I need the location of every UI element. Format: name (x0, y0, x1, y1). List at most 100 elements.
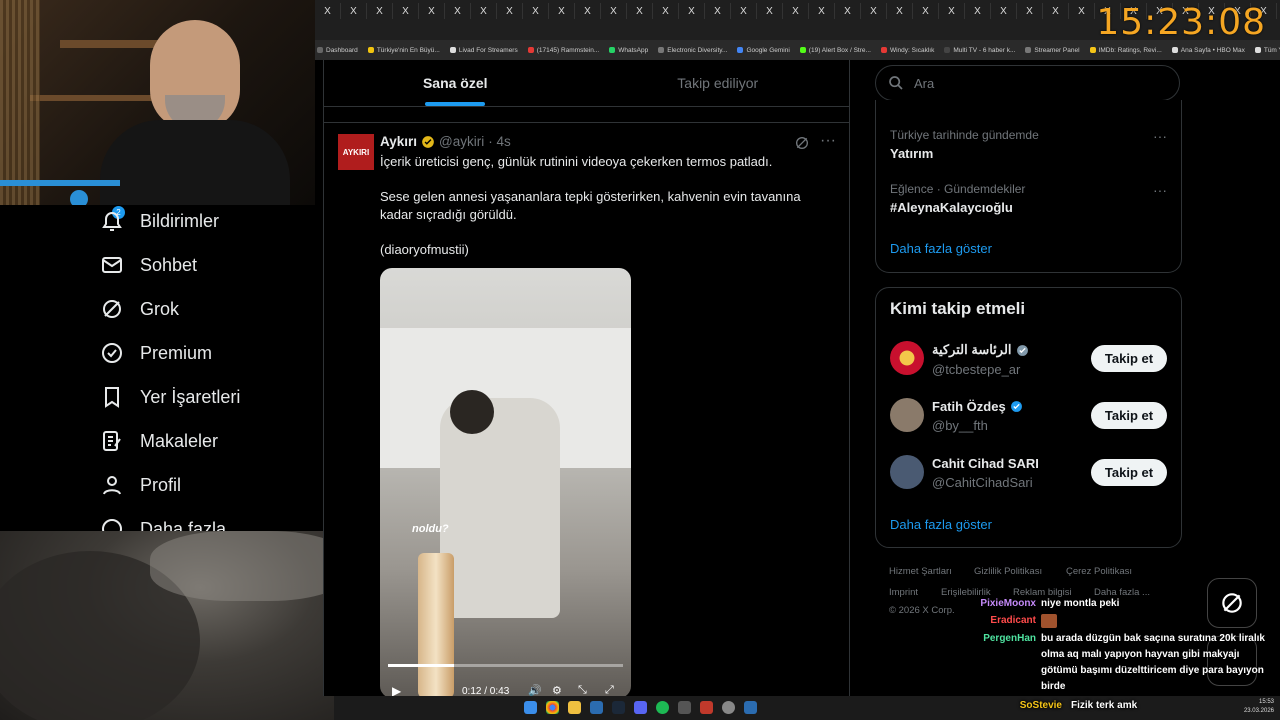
browser-tab[interactable]: X (835, 3, 861, 19)
trend-more-icon[interactable]: ··· (1153, 182, 1167, 198)
bookmark-item[interactable]: WhatsApp (609, 47, 648, 54)
browser-tab[interactable]: X (549, 3, 575, 19)
browser-tab[interactable]: X (679, 3, 705, 19)
tweet-author-avatar[interactable]: AYKIRI (338, 134, 374, 170)
follow-button[interactable]: Takip et (1091, 402, 1167, 429)
explorer-icon[interactable] (568, 701, 581, 714)
pip-icon[interactable]: ⤡ (578, 684, 587, 696)
tab-following[interactable]: Takip ediliyor (587, 60, 850, 106)
avatar[interactable] (890, 398, 924, 432)
start-icon[interactable] (524, 701, 537, 714)
browser-tab[interactable]: X (757, 3, 783, 19)
app-icon[interactable] (678, 701, 691, 714)
bookmark-item[interactable]: Streamer Panel (1025, 47, 1080, 54)
tab-for-you[interactable]: Sana özel (324, 60, 587, 106)
browser-tab[interactable]: X (965, 3, 991, 19)
browser-tab[interactable]: X (913, 3, 939, 19)
browser-tab[interactable]: X (497, 3, 523, 19)
browser-tab[interactable]: X (393, 3, 419, 19)
volume-icon[interactable]: 🔊 (528, 684, 542, 696)
video-progress-track[interactable] (388, 664, 623, 667)
steam-icon[interactable] (612, 701, 625, 714)
browser-tab[interactable]: X (341, 3, 367, 19)
browser-tab[interactable]: X (653, 3, 679, 19)
footer-link[interactable]: Çerez Politikası (1066, 566, 1132, 577)
discord-icon[interactable] (634, 701, 647, 714)
trend-item[interactable]: Eğlence · Gündemdekiler #AleynaKalaycıoğ… (890, 182, 1025, 215)
tweet-time[interactable]: · 4s (488, 134, 511, 149)
grok-icon[interactable] (794, 135, 810, 151)
footer-link[interactable]: Imprint (889, 587, 918, 598)
bookmark-item[interactable]: Google Gemini (737, 47, 790, 54)
bookmark-item[interactable]: IMDb: Ratings, Revi... (1089, 47, 1162, 54)
browser-tab[interactable]: X (419, 3, 445, 19)
trend-item[interactable]: Türkiye tarihinde gündemde Yatırım (890, 128, 1039, 161)
system-clock[interactable]: 15:53 23.03.2026 (1244, 698, 1274, 716)
follow-suggestion[interactable]: Fatih Özdeş @by__fth (932, 399, 1023, 433)
browser-tab[interactable]: X (991, 3, 1017, 19)
nav-bookmarks[interactable]: Yer İşaretleri (100, 385, 240, 409)
footer-link[interactable]: Gizlilik Politikası (974, 566, 1042, 577)
browser-tab[interactable]: X (809, 3, 835, 19)
browser-tab[interactable]: X (1043, 3, 1069, 19)
bookmark-item[interactable]: Dashboard (317, 47, 358, 54)
bookmark-item[interactable]: (17145) Rammstein... (527, 47, 599, 54)
nav-profile[interactable]: Profil (100, 473, 181, 497)
bookmark-item[interactable]: Multi TV - 6 haber k... (944, 47, 1015, 54)
browser-tab[interactable]: X (1017, 3, 1043, 19)
nav-label: Yer İşaretleri (140, 386, 241, 407)
fullscreen-icon[interactable]: ⤢ (605, 684, 614, 696)
follow-button[interactable]: Takip et (1091, 459, 1167, 486)
nav-premium[interactable]: Premium (100, 341, 212, 365)
nav-notifications[interactable]: Bildirimler (100, 209, 219, 233)
tweet-author-name[interactable]: Aykırı (380, 134, 417, 149)
browser-tab[interactable]: X (861, 3, 887, 19)
avatar[interactable] (890, 455, 924, 489)
chrome-icon[interactable] (546, 701, 559, 714)
show-more-trends-link[interactable]: Daha fazla göster (890, 241, 992, 256)
browser-tab[interactable]: X (315, 3, 341, 19)
bookmark-item[interactable]: Tüm Yer İşaretleri (1254, 47, 1280, 54)
follow-button[interactable]: Takip et (1091, 345, 1167, 372)
nav-articles[interactable]: Makaleler (100, 429, 218, 453)
settings-icon[interactable]: ⚙ (552, 684, 562, 696)
more-options-icon[interactable]: ··· (820, 132, 836, 150)
avatar[interactable] (890, 341, 924, 375)
browser-tab[interactable]: X (731, 3, 757, 19)
browser-tab[interactable]: X (887, 3, 913, 19)
follow-suggestion[interactable]: الرئاسة التركية @tcbestepe_ar (932, 342, 1029, 377)
bookmark-item[interactable]: Ana Sayfa • HBO Max (1171, 47, 1245, 54)
show-more-suggestions-link[interactable]: Daha fazla göster (890, 517, 992, 532)
browser-tab[interactable]: X (705, 3, 731, 19)
bookmark-item[interactable]: Livad For Streamers (449, 47, 518, 54)
browser-tab[interactable]: X (445, 3, 471, 19)
browser-tab[interactable]: X (575, 3, 601, 19)
spotify-icon[interactable] (656, 701, 669, 714)
bookmark-item[interactable]: Electronic Diversity... (658, 47, 727, 54)
browser-tab[interactable]: X (367, 3, 393, 19)
tweet-author-handle[interactable]: @aykiri (439, 134, 484, 149)
app-icon[interactable] (700, 701, 713, 714)
play-icon[interactable]: ▶ (392, 684, 401, 696)
footer-link[interactable]: Hizmet Şartları (889, 566, 952, 577)
tweet-video[interactable]: noldu? ▶ 0:12 / 0:43 🔊 ⚙ ⤡ ⤢ (380, 268, 631, 696)
browser-tab[interactable]: X (939, 3, 965, 19)
browser-tab[interactable]: X (523, 3, 549, 19)
app-icon[interactable] (744, 701, 757, 714)
bookmark-item[interactable]: (19) Alert Box / Stre... (799, 47, 871, 54)
app-icon[interactable] (722, 701, 735, 714)
trend-more-icon[interactable]: ··· (1153, 128, 1167, 144)
nav-grok[interactable]: Grok (100, 297, 179, 321)
browser-tab[interactable]: X (627, 3, 653, 19)
grok-float-button[interactable] (1207, 578, 1257, 628)
browser-tab[interactable]: X (471, 3, 497, 19)
bookmark-item[interactable]: Türkiye'nin En Büyü... (367, 47, 440, 54)
app-icon[interactable] (590, 701, 603, 714)
bookmark-item[interactable]: Windy: Sıcaklık (880, 47, 934, 54)
follow-suggestion[interactable]: Cahit Cihad SARI @CahitCihadSari (932, 456, 1039, 490)
browser-tab[interactable]: X (1069, 3, 1095, 19)
search-input[interactable]: Ara (875, 65, 1180, 101)
nav-messages[interactable]: Sohbet (100, 253, 197, 277)
browser-tab[interactable]: X (783, 3, 809, 19)
browser-tab[interactable]: X (601, 3, 627, 19)
